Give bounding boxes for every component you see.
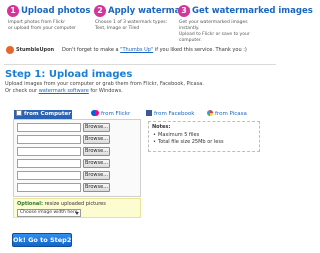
computer-icon xyxy=(16,110,22,116)
file-upload-panel: Browse... Browse... Browse... Browse... … xyxy=(13,119,141,197)
file-path-input[interactable] xyxy=(17,171,81,180)
watermark-software-link[interactable]: watermark software xyxy=(39,88,89,94)
notes-label: Notes: xyxy=(152,124,171,130)
file-row: Browse... xyxy=(17,123,139,132)
step-3: 3 Get watermarked images Get your waterm… xyxy=(178,5,313,43)
intro-line-2-prefix: Or check our xyxy=(5,88,39,94)
upload-notes: Notes: Maximum 5 files Total file size 2… xyxy=(148,121,260,152)
step-title: Get watermarked images xyxy=(192,6,313,16)
browse-button[interactable]: Browse... xyxy=(83,183,110,192)
file-row: Browse... xyxy=(17,159,139,168)
stumbleupon-icon xyxy=(6,46,14,54)
intro-line-2-suffix: for Windows. xyxy=(88,88,123,94)
tab-from-facebook[interactable]: from Facebook xyxy=(146,110,194,119)
reminder-prefix: Don't forget to make a xyxy=(62,47,121,53)
file-path-input[interactable] xyxy=(17,135,81,144)
notes-list: Maximum 5 files Total file size 25Mb or … xyxy=(152,132,256,145)
intro-text: Upload images from your computer or grab… xyxy=(5,81,204,95)
file-path-input[interactable] xyxy=(17,183,81,192)
intro-line-1: Upload images from your computer or grab… xyxy=(5,81,204,87)
thumbs-up-reminder: Don't forget to make a "Thumbs Up" if yo… xyxy=(62,46,247,54)
browse-button[interactable]: Browse... xyxy=(83,147,110,156)
step-description: Get your watermarked images instantly. U… xyxy=(179,20,250,43)
divider xyxy=(4,64,276,65)
browse-button[interactable]: Browse... xyxy=(83,135,110,144)
file-row: Browse... xyxy=(17,147,139,156)
steps-header: 1 Upload photos Import photos from Flick… xyxy=(0,0,313,44)
thumbs-up-link[interactable]: "Thumbs Up" xyxy=(120,47,153,53)
step-number-badge: 2 xyxy=(94,5,106,17)
resize-option-label: Optional: resize uploaded pictures xyxy=(17,201,106,207)
file-path-input[interactable] xyxy=(17,147,81,156)
file-row: Browse... xyxy=(17,171,139,180)
tab-from-computer[interactable]: from Computer xyxy=(14,110,72,119)
image-width-select[interactable]: Choose image width here xyxy=(17,209,81,217)
optional-tag: Optional: xyxy=(17,201,44,207)
step-title: Upload photos xyxy=(21,6,91,16)
browse-button[interactable]: Browse... xyxy=(83,159,110,168)
file-path-input[interactable] xyxy=(17,159,81,168)
note-item: Total file size 25Mb or less xyxy=(152,139,256,146)
resize-option-panel: Optional: resize uploaded pictures Choos… xyxy=(13,198,141,218)
flickr-icon xyxy=(91,110,99,116)
tab-from-flickr[interactable]: from Flickr xyxy=(91,110,130,119)
step-2: 2 Apply watermark Choose 1 of 3 watermar… xyxy=(94,5,190,43)
stumbleupon-label: StumbleUpon xyxy=(16,47,55,53)
tab-label: from Picasa xyxy=(215,111,247,117)
intro-line-2: Or check our watermark software for Wind… xyxy=(5,88,204,95)
tab-label: from Computer xyxy=(24,111,71,117)
step-description: Choose 1 of 3 watermark types: Text, Ima… xyxy=(95,20,168,31)
page-title: Step 1: Upload images xyxy=(5,69,133,80)
file-row: Browse... xyxy=(17,135,139,144)
facebook-icon xyxy=(146,110,152,116)
step-number-badge: 3 xyxy=(178,5,190,17)
tab-label: from Flickr xyxy=(101,111,131,117)
chevron-down-icon xyxy=(75,212,79,215)
go-to-step2-button[interactable]: Ok! Go to Step2 xyxy=(12,233,72,247)
step-number-badge: 1 xyxy=(7,5,19,17)
tab-from-picasa[interactable]: from Picasa xyxy=(207,110,247,119)
file-row: Browse... xyxy=(17,183,139,192)
file-path-input[interactable] xyxy=(17,123,81,132)
resize-option-text: resize uploaded pictures xyxy=(43,201,106,207)
tab-label: from Facebook xyxy=(154,111,195,117)
browse-button[interactable]: Browse... xyxy=(83,171,110,180)
browse-button[interactable]: Browse... xyxy=(83,123,110,132)
image-width-select-value: Choose image width here xyxy=(20,210,78,215)
reminder-suffix: if you liked this service. Thank you :) xyxy=(153,47,247,53)
picasa-icon xyxy=(207,110,213,116)
step-description: Import photos from Flickr or upload from… xyxy=(8,20,76,31)
step-1: 1 Upload photos Import photos from Flick… xyxy=(7,5,92,43)
